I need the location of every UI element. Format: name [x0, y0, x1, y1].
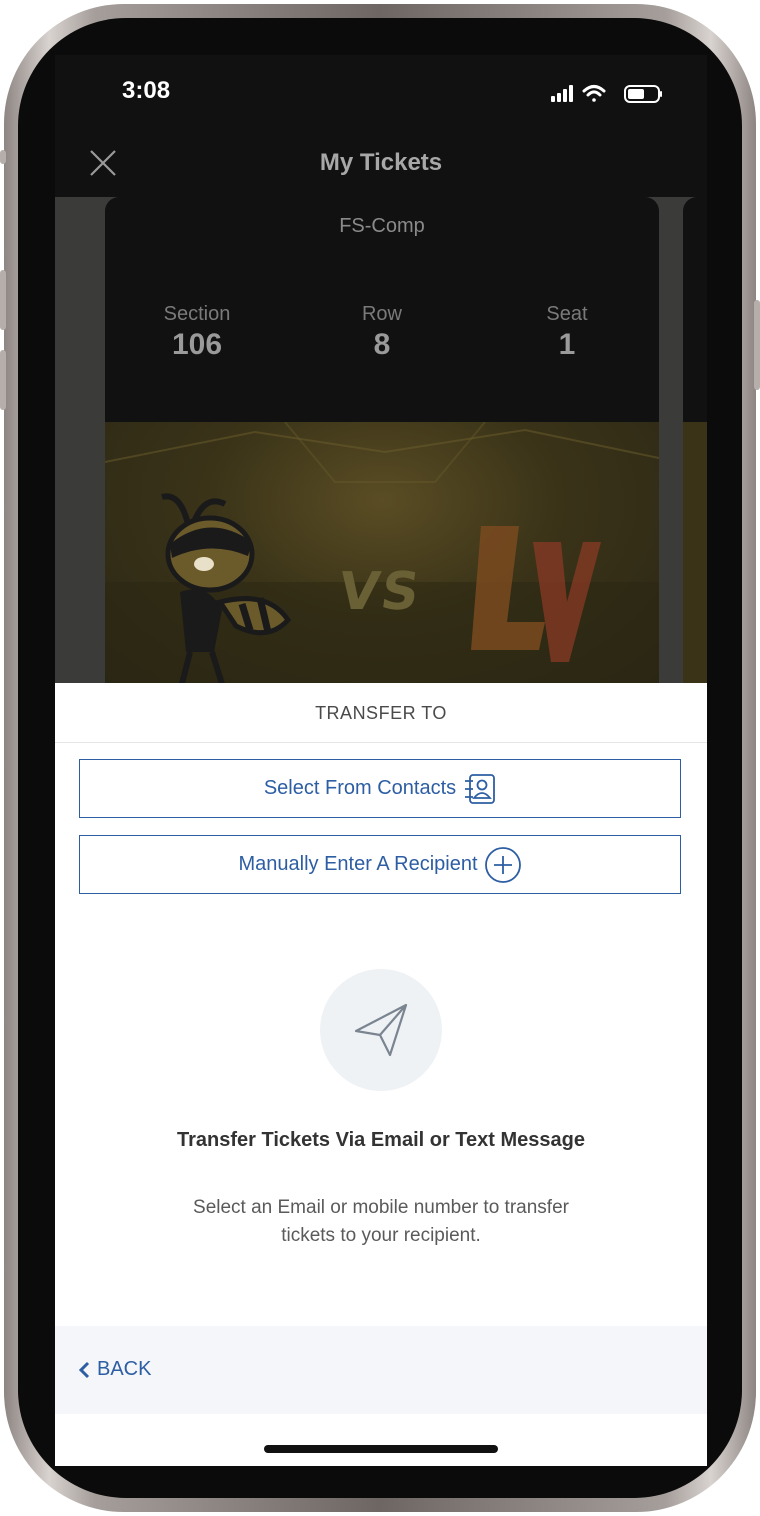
- empty-state-illustration: [320, 969, 442, 1091]
- seat-info: Seat 1: [487, 303, 647, 362]
- transfer-sheet: TRANSFER TO Select From Contacts Manuall…: [55, 683, 707, 1466]
- opponent-logo: LV: [471, 522, 601, 662]
- sheet-header: TRANSFER TO: [55, 683, 707, 743]
- contacts-book-icon: [465, 773, 496, 804]
- manually-enter-recipient-button[interactable]: Manually Enter A Recipient: [79, 835, 681, 894]
- plus-circle-icon: [484, 846, 521, 883]
- opponent-logo-shape: [471, 526, 601, 662]
- power-button: [754, 300, 760, 390]
- volume-down-button: [0, 350, 6, 410]
- ticket-card[interactable]: FS-Comp Section 106 Row 8 Seat 1 VS: [105, 197, 659, 683]
- status-bar: 3:08: [55, 55, 707, 139]
- next-ticket-artwork: [683, 422, 707, 683]
- section-value: 106: [171, 328, 223, 361]
- chevron-left-icon: [78, 1361, 90, 1378]
- row-value: 8: [373, 328, 391, 361]
- empty-state-body: Select an Email or mobile number to tran…: [193, 1197, 569, 1246]
- back-button[interactable]: BACK: [77, 1358, 151, 1381]
- volume-up-button: [0, 270, 6, 330]
- screen: 3:08 My Tickets FS-Comp Section 106 Row …: [55, 55, 707, 1466]
- status-time: 3:08: [122, 77, 171, 104]
- signal-icon: [551, 85, 573, 102]
- battery-icon: [624, 85, 662, 103]
- footer-bar: BACK: [55, 1326, 707, 1414]
- sheet-title: TRANSFER TO: [315, 703, 447, 723]
- ticket-artwork: VS LV: [105, 422, 659, 683]
- side-switch: [0, 150, 6, 164]
- status-icons: [551, 85, 662, 103]
- row-label: Row: [361, 303, 402, 325]
- home-indicator[interactable]: [264, 1445, 498, 1453]
- paper-plane-icon: [354, 1003, 408, 1057]
- vs-text: VS: [334, 562, 425, 622]
- section-label: Section: [163, 303, 231, 325]
- manual-entry-label: Manually Enter A Recipient: [238, 853, 478, 875]
- empty-state-title: Transfer Tickets Via Email or Text Messa…: [177, 1129, 585, 1151]
- next-ticket-card[interactable]: [683, 197, 707, 683]
- section-info: Section 106: [117, 303, 277, 362]
- nav-bar: My Tickets: [55, 139, 707, 197]
- row-info: Row 8: [302, 303, 462, 362]
- back-label: BACK: [97, 1358, 152, 1380]
- seat-value: 1: [558, 328, 576, 361]
- page-title: My Tickets: [319, 149, 443, 176]
- wifi-icon: [582, 85, 606, 102]
- select-contacts-label: Select From Contacts: [263, 777, 457, 799]
- price-code: FS-Comp: [339, 215, 425, 237]
- select-from-contacts-button[interactable]: Select From Contacts: [79, 759, 681, 818]
- seat-label: Seat: [546, 303, 588, 325]
- hornet-mascot-logo: [161, 493, 292, 683]
